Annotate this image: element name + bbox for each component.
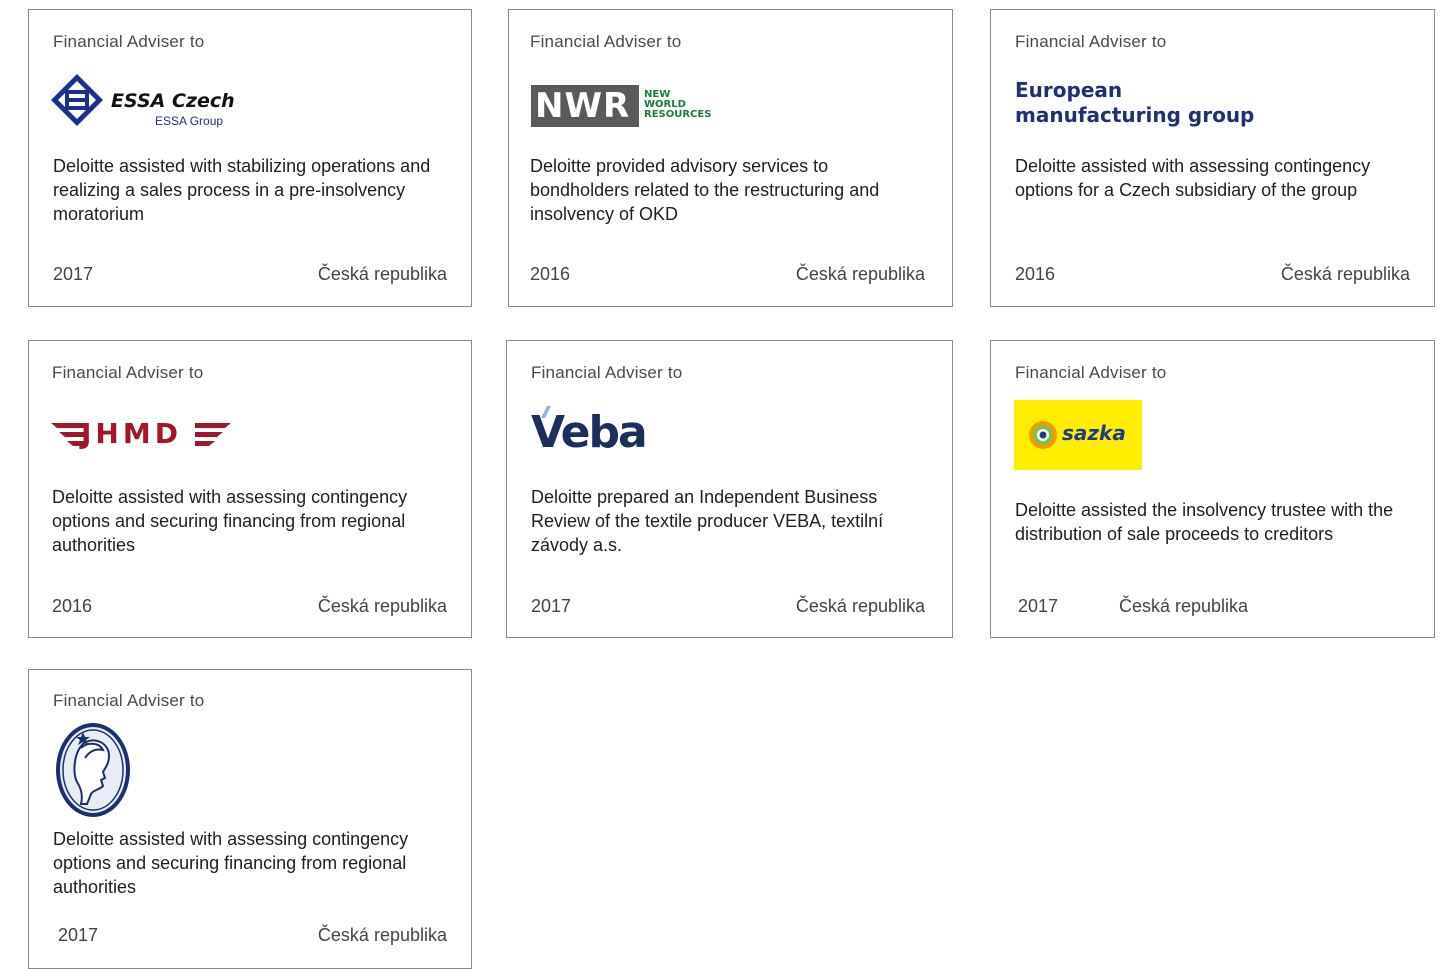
card-european-manufacturing-group[interactable]: Financial Adviser to European manufactur…: [990, 9, 1435, 307]
card-year: 2017: [1018, 596, 1059, 616]
card-description: Deloitte assisted with assessing conting…: [53, 829, 409, 897]
card-country: Česká republika: [795, 264, 925, 284]
essa-logo-subtext: ESSA Group: [155, 114, 224, 128]
nwr-logo-sub-3: RESOURCES: [644, 109, 712, 120]
card-essa-czech[interactable]: Financial Adviser to ESSA Czech ESSA Gro…: [28, 9, 472, 307]
card-year: 2017: [53, 264, 94, 284]
card-year: 2017: [58, 925, 99, 945]
card-description: Deloitte provided advisory services to b…: [530, 156, 880, 224]
card-description: Deloitte assisted with assessing conting…: [1015, 156, 1371, 200]
sazka-logo: sazka: [1014, 400, 1142, 470]
card-sazka[interactable]: Financial Adviser to sazka Deloitte assi…: [990, 340, 1435, 638]
card-veba[interactable]: Financial Adviser to Veba Deloitte prepa…: [506, 340, 953, 638]
card-year: 2016: [1015, 264, 1056, 284]
jhmd-logo-text: JHMD: [81, 417, 182, 450]
card-cameo-emblem[interactable]: Financial Adviser to Deloitte assisted w…: [28, 669, 472, 969]
card-description: Deloitte assisted with stabilizing opera…: [53, 156, 431, 224]
card-country: Česká republika: [317, 596, 447, 616]
card-label: Financial Adviser to: [1015, 363, 1167, 382]
card-description: Deloitte prepared an Independent Busines…: [531, 487, 884, 555]
sazka-logo-text: sazka: [1062, 421, 1126, 445]
card-jhmd[interactable]: Financial Adviser to JHMD Deloitte assis…: [28, 340, 472, 638]
nwr-logo-text: NWR: [535, 86, 631, 126]
card-year: 2016: [530, 264, 571, 284]
card-year: 2017: [531, 596, 572, 616]
nwr-logo: NWR NEW WORLD RESOURCES: [531, 85, 711, 127]
card-label: Financial Adviser to: [53, 691, 205, 710]
emg-logo-line-2: manufacturing group: [1015, 103, 1255, 127]
card-nwr[interactable]: Financial Adviser to NWR NEW WORLD RESOU…: [508, 9, 953, 307]
cameo-emblem-logo: [53, 720, 133, 824]
card-description: Deloitte assisted the insolvency trustee…: [1015, 500, 1394, 544]
emg-logo-line-1: European: [1015, 78, 1123, 102]
card-description: Deloitte assisted with assessing conting…: [52, 487, 408, 555]
card-country: Česká republika: [317, 925, 447, 945]
card-label: Financial Adviser to: [531, 363, 683, 382]
essa-czech-logo: ESSA Czech ESSA Group: [49, 72, 235, 138]
card-country: Česká republika: [317, 264, 447, 284]
card-year: 2016: [52, 596, 93, 616]
card-label: Financial Adviser to: [53, 32, 205, 51]
card-country: Česká republika: [1280, 264, 1410, 284]
veba-logo-text: Veba: [531, 407, 648, 458]
card-country: Česká republika: [1119, 596, 1249, 616]
card-country: Česká republika: [795, 596, 925, 616]
jhmd-logo: JHMD: [51, 417, 231, 455]
card-label: Financial Adviser to: [1015, 32, 1167, 51]
essa-logo-text: ESSA Czech: [111, 90, 235, 112]
emg-logo: European manufacturing group: [1015, 78, 1254, 128]
card-label: Financial Adviser to: [52, 363, 204, 382]
card-label: Financial Adviser to: [530, 32, 682, 51]
